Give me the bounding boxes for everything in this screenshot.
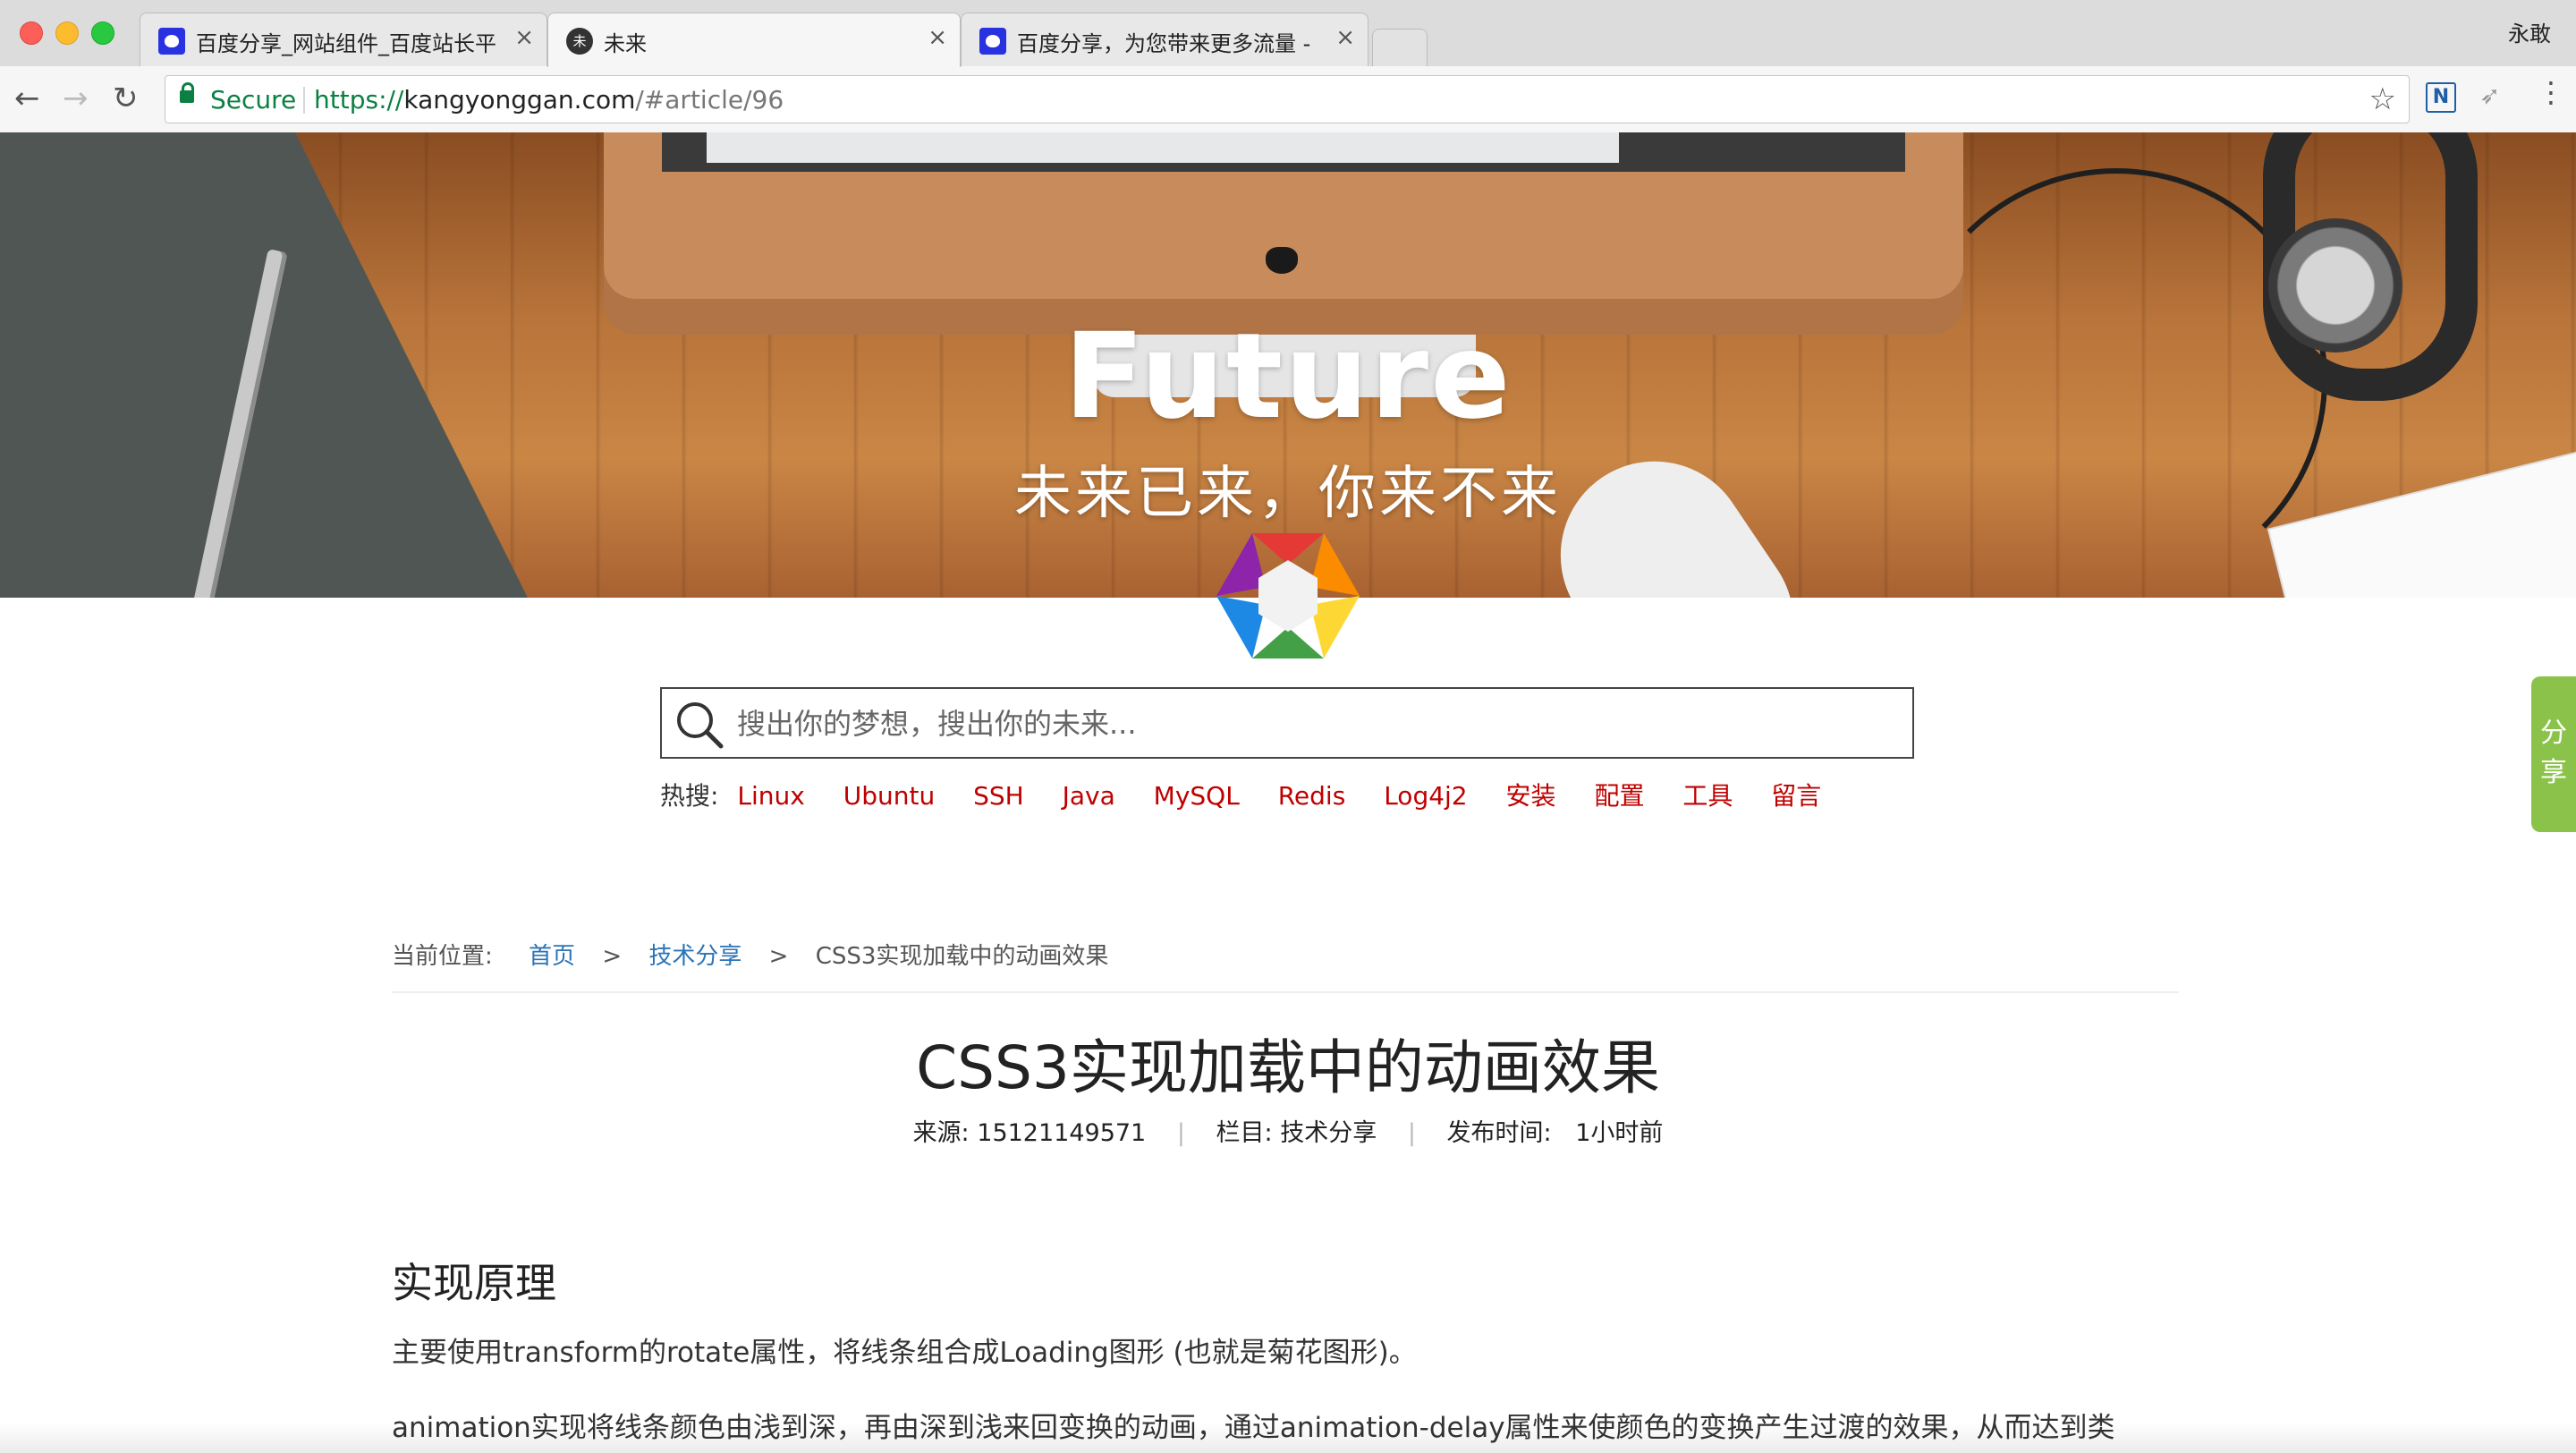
monitor-image bbox=[604, 132, 1963, 335]
article-title: CSS3实现加载中的动画效果 bbox=[916, 1033, 1660, 1102]
site-slogan: 未来已来，你来不来 bbox=[1014, 461, 1562, 527]
apple-logo-icon bbox=[1266, 247, 1298, 274]
hot-search-link[interactable]: Redis bbox=[1278, 781, 1346, 811]
hot-search-bar: 热搜: Linux Ubuntu SSH Java MySQL Redis Lo… bbox=[660, 777, 1852, 812]
breadcrumb-home-link[interactable]: 首页 bbox=[529, 943, 575, 970]
browser-tab-future[interactable]: 未 未来 × bbox=[547, 13, 961, 67]
tab-close-icon[interactable]: × bbox=[1335, 24, 1355, 51]
url-path: /#article/96 bbox=[635, 85, 784, 115]
meta-source: 15121149571 bbox=[977, 1119, 1147, 1147]
site-logo-icon[interactable] bbox=[1216, 533, 1360, 659]
share-side-button[interactable]: 分 享 bbox=[2531, 676, 2576, 832]
address-divider bbox=[303, 87, 305, 114]
meta-divider: | bbox=[1176, 1119, 1185, 1147]
hot-search-link[interactable]: 留言 bbox=[1771, 781, 1821, 811]
breadcrumb-separator: > bbox=[768, 943, 789, 970]
close-window-button[interactable] bbox=[20, 21, 43, 45]
url-scheme: https:// bbox=[314, 85, 404, 115]
extension-bird-icon[interactable]: ➶ bbox=[2479, 81, 2500, 110]
hot-search-link[interactable]: 安装 bbox=[1506, 781, 1556, 811]
site-title: Future bbox=[1063, 308, 1513, 446]
maximize-window-button[interactable] bbox=[91, 21, 114, 45]
meta-time-label: 发布时间: bbox=[1446, 1119, 1552, 1147]
lock-icon bbox=[180, 82, 194, 103]
future-site-icon: 未 bbox=[566, 28, 593, 55]
tab-title: 百度分享，为您带来更多流量 - bbox=[1017, 31, 1311, 56]
browser-tab-baidu-share-platform[interactable]: 百度分享_网站组件_百度站长平 × bbox=[140, 13, 547, 66]
secure-label: Secure bbox=[210, 85, 297, 115]
hot-search-link[interactable]: Ubuntu bbox=[843, 781, 935, 811]
meta-column-label: 栏目: bbox=[1216, 1119, 1273, 1147]
share-label-line: 分 bbox=[2540, 718, 2567, 749]
url-host: kangyonggan.com bbox=[403, 85, 636, 115]
hero-banner: Future 未来已来，你来不来 bbox=[0, 132, 2576, 598]
search-icon[interactable] bbox=[671, 696, 728, 753]
meta-source-label: 来源: bbox=[912, 1119, 970, 1147]
baidu-paw-icon bbox=[158, 28, 185, 55]
search-bar[interactable] bbox=[660, 687, 1914, 759]
bookmark-star-icon[interactable]: ☆ bbox=[2369, 81, 2396, 117]
tab-close-icon[interactable]: × bbox=[928, 24, 947, 51]
hot-search-link[interactable]: Linux bbox=[737, 781, 804, 811]
share-label-line: 享 bbox=[2540, 757, 2567, 788]
meta-column: 技术分享 bbox=[1280, 1119, 1377, 1147]
breadcrumb-separator: > bbox=[602, 943, 623, 970]
back-arrow-icon[interactable]: ← bbox=[14, 79, 40, 118]
new-tab-button[interactable] bbox=[1372, 29, 1428, 66]
reload-icon[interactable]: ↻ bbox=[113, 79, 139, 118]
meta-time: 1小时前 bbox=[1575, 1119, 1664, 1147]
hot-search-link[interactable]: 工具 bbox=[1682, 781, 1733, 811]
article-meta: 来源: 15121149571 | 栏目: 技术分享 | 发布时间: 1小时前 bbox=[0, 1113, 2576, 1148]
breadcrumb-current: CSS3实现加载中的动画效果 bbox=[815, 943, 1109, 970]
article-paragraph: 主要使用transform的rotate属性，将线条组合成Loading图形 (… bbox=[392, 1337, 1417, 1369]
tab-title: 未来 bbox=[604, 31, 647, 56]
tab-title: 百度分享_网站组件_百度站长平 bbox=[196, 31, 496, 56]
url-text[interactable]: https://kangyonggan.com/#article/96 bbox=[314, 85, 784, 115]
tab-close-icon[interactable]: × bbox=[514, 24, 534, 51]
hot-search-link[interactable]: Java bbox=[1063, 781, 1115, 811]
browser-menu-icon[interactable]: ⋮ bbox=[2537, 75, 2565, 109]
meta-divider: | bbox=[1407, 1119, 1416, 1147]
hot-search-link[interactable]: Log4j2 bbox=[1384, 781, 1467, 811]
profile-name[interactable]: 永敢 bbox=[2508, 16, 2551, 47]
hot-search-link[interactable]: SSH bbox=[973, 781, 1024, 811]
extension-n-icon[interactable]: N bbox=[2426, 82, 2456, 113]
divider bbox=[392, 991, 2179, 993]
address-bar[interactable]: Secure https://kangyonggan.com/#article/… bbox=[165, 75, 2410, 123]
forward-arrow-icon[interactable]: → bbox=[63, 79, 89, 118]
breadcrumb-prefix: 当前位置: bbox=[392, 943, 493, 970]
hot-search-label: 热搜: bbox=[660, 781, 719, 811]
baidu-paw-icon bbox=[979, 28, 1006, 55]
breadcrumb: 当前位置: 首页 > 技术分享 > CSS3实现加载中的动画效果 bbox=[392, 938, 1108, 971]
minimize-window-button[interactable] bbox=[55, 21, 79, 45]
search-input[interactable] bbox=[735, 700, 1902, 748]
window-bottom-shadow bbox=[0, 1423, 2576, 1453]
section-heading: 实现原理 bbox=[392, 1259, 556, 1307]
hot-search-link[interactable]: 配置 bbox=[1594, 781, 1644, 811]
browser-toolbar: ← → ↻ Secure https://kangyonggan.com/#ar… bbox=[0, 66, 2576, 133]
hot-search-link[interactable]: MySQL bbox=[1154, 781, 1240, 811]
browser-tab-bar: 百度分享_网站组件_百度站长平 × 未 未来 × 百度分享，为您带来更多流量 -… bbox=[0, 0, 2576, 67]
breadcrumb-category-link[interactable]: 技术分享 bbox=[648, 943, 741, 970]
browser-tab-baidu-share[interactable]: 百度分享，为您带来更多流量 - × bbox=[961, 13, 1368, 66]
